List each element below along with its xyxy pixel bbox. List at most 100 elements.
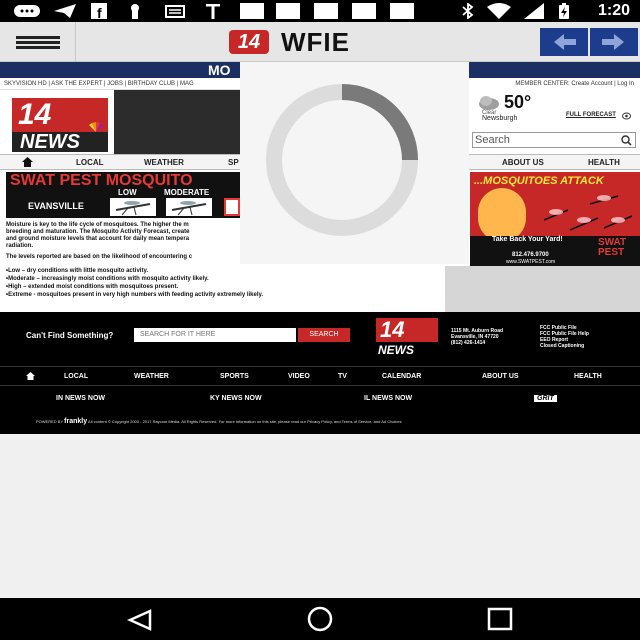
article-paragraph: Moisture is key to the life cycle of mos… [6,222,189,228]
eye-icon [622,112,631,120]
stack-icon [165,5,185,18]
ad-brand: SWAT PEST [598,238,626,258]
search-icon[interactable] [621,135,632,146]
in-news-now-link[interactable]: IN NEWS NOW [56,395,105,402]
article-paragraph: radiation. [6,243,34,249]
swat-pest-ad[interactable]: ...MOSQUITOES ATTACK Take Back Your Yard… [470,172,640,266]
mosquito-level-low [110,198,156,216]
footer-search-input[interactable] [134,328,296,342]
chat-icon [14,5,40,17]
header-banner [114,90,240,154]
forward-button[interactable] [590,28,638,56]
home-circle-icon[interactable] [304,606,336,632]
ad-brand-2: PEST [598,247,625,258]
level-item-high: •High – extended moist conditions with m… [6,284,179,290]
footer-navigation: LOCAL WEATHER SPORTS VIDEO TV CALENDAR A… [0,366,640,386]
copyright-line: POWERED BY frankly All content © Copyrig… [36,418,402,425]
facebook-icon: f [91,3,107,19]
closed-captioning-link[interactable]: Closed Captioning [540,343,584,349]
ad-headline: ...MOSQUITOES ATTACK [474,175,604,187]
footer-nav-sports[interactable]: SPORTS [220,373,249,380]
mosquito-icon [115,201,151,216]
nav-sports[interactable]: SP [228,158,239,167]
full-forecast-link[interactable]: FULL FORECAST [566,112,616,118]
banner-city: EVANSVILLE [28,201,84,211]
grit-logo[interactable]: GRIT [534,395,557,402]
menu-icon-line [16,46,60,49]
frankly-logo[interactable]: frankly [64,418,87,425]
nav-local[interactable]: LOCAL [76,158,104,167]
site-search-input[interactable]: Search [472,132,636,148]
system-navigation-bar [0,598,640,640]
home-icon[interactable] [26,372,35,380]
ad-phone: 812.476.9700 [512,252,549,258]
powered-by-label: POWERED BY [36,419,64,424]
mosquito-level-moderate [166,198,212,216]
news-logo[interactable]: 14 NEWS [6,94,114,156]
wifi-icon [487,3,511,19]
mosquito-icon [171,201,207,216]
footer-logo-word: NEWS [378,343,414,357]
footer-nav-calendar[interactable]: CALENDAR [382,373,421,380]
menu-icon [16,36,60,39]
level-item-low: •Low – dry conditions with little mosqui… [6,268,148,274]
station-logo-badge[interactable]: 14 [229,30,269,54]
keyhole-icon [131,4,139,19]
nav-weather[interactable]: WEATHER [144,158,184,167]
mosquito-forecast-banner: SWAT PEST MOSQUITO LOW MODERATE EVANSVIL… [6,172,240,218]
member-center-links[interactable]: MEMBER CENTER: Create Account | Log In [470,78,640,90]
home-icon[interactable] [22,157,33,167]
article-paragraph: and ground moisture levels that account … [6,236,190,242]
clock: 1:20 [597,2,630,19]
footer-nav-health[interactable]: HEALTH [574,373,602,380]
footer-nav-about-us[interactable]: ABOUT US [482,373,519,380]
news-logo-word: NEWS [12,132,108,152]
il-news-now-link[interactable]: IL NEWS NOW [364,395,412,402]
ad-tagline: Take Back Your Yard! [492,236,563,243]
level-item-moderate: •Moderate – increasingly moist condition… [6,276,209,282]
back-triangle-icon[interactable] [126,608,154,632]
recents-square-icon[interactable] [486,607,514,631]
footer-search-button[interactable]: SEARCH [298,328,350,342]
menu-icon-line [16,41,60,44]
status-bar: f 1:20 [0,0,640,22]
notification-block [276,3,300,19]
arrow-left-icon [554,34,576,50]
notification-block [352,3,376,19]
weather-widget[interactable]: 50° Clear Newsburgh FULL FORECAST [472,92,636,124]
banner-moderate-label: MODERATE [164,188,210,197]
ky-news-now-link[interactable]: KY NEWS NOW [210,395,262,402]
signal-icon [524,3,544,19]
footer-nav-tv[interactable]: TV [338,373,347,380]
footer-nav-local[interactable]: LOCAL [64,373,88,380]
header-bar-text: MO [208,62,231,78]
nav-about-us[interactable]: ABOUT US [502,158,544,167]
notification-block [390,3,414,19]
back-button[interactable] [540,28,588,56]
level-item-extreme: •Extreme - mosquitoes present in very hi… [6,292,264,298]
footer-nav-video[interactable]: VIDEO [288,373,310,380]
footer-nav-weather[interactable]: WEATHER [134,373,169,380]
station-logo-text[interactable]: WFIE [281,27,350,58]
article-paragraph: breeding and maturation. The Mosquito Ac… [6,229,190,235]
footer-news-logo[interactable]: 14 NEWS [376,318,438,358]
mosquito-level-high [224,198,240,216]
menu-button[interactable] [0,22,76,62]
battery-icon [559,3,569,19]
notification-block [314,3,338,19]
ad-placeholder [445,266,640,312]
footer-phone: (812) 426-1414 [451,340,486,346]
mosquito-swarm-icon [543,195,633,231]
nbc-peacock-icon [89,122,103,132]
weather-city: Newsburgh [482,115,518,122]
t-icon [206,4,220,19]
banner-low-label: LOW [118,188,137,197]
copyright-text: All content © Copyright 2000 - 2017 Rayc… [88,419,402,424]
nav-health[interactable]: HEALTH [588,158,620,167]
bluetooth-icon [462,3,474,19]
app-bar: 14 WFIE [0,22,640,62]
footer-logo-number: 14 [376,318,438,342]
send-icon [54,4,76,18]
cloud-icon [479,96,499,110]
footer-network-links: IN NEWS NOW KY NEWS NOW IL NEWS NOW GRIT [0,390,640,408]
